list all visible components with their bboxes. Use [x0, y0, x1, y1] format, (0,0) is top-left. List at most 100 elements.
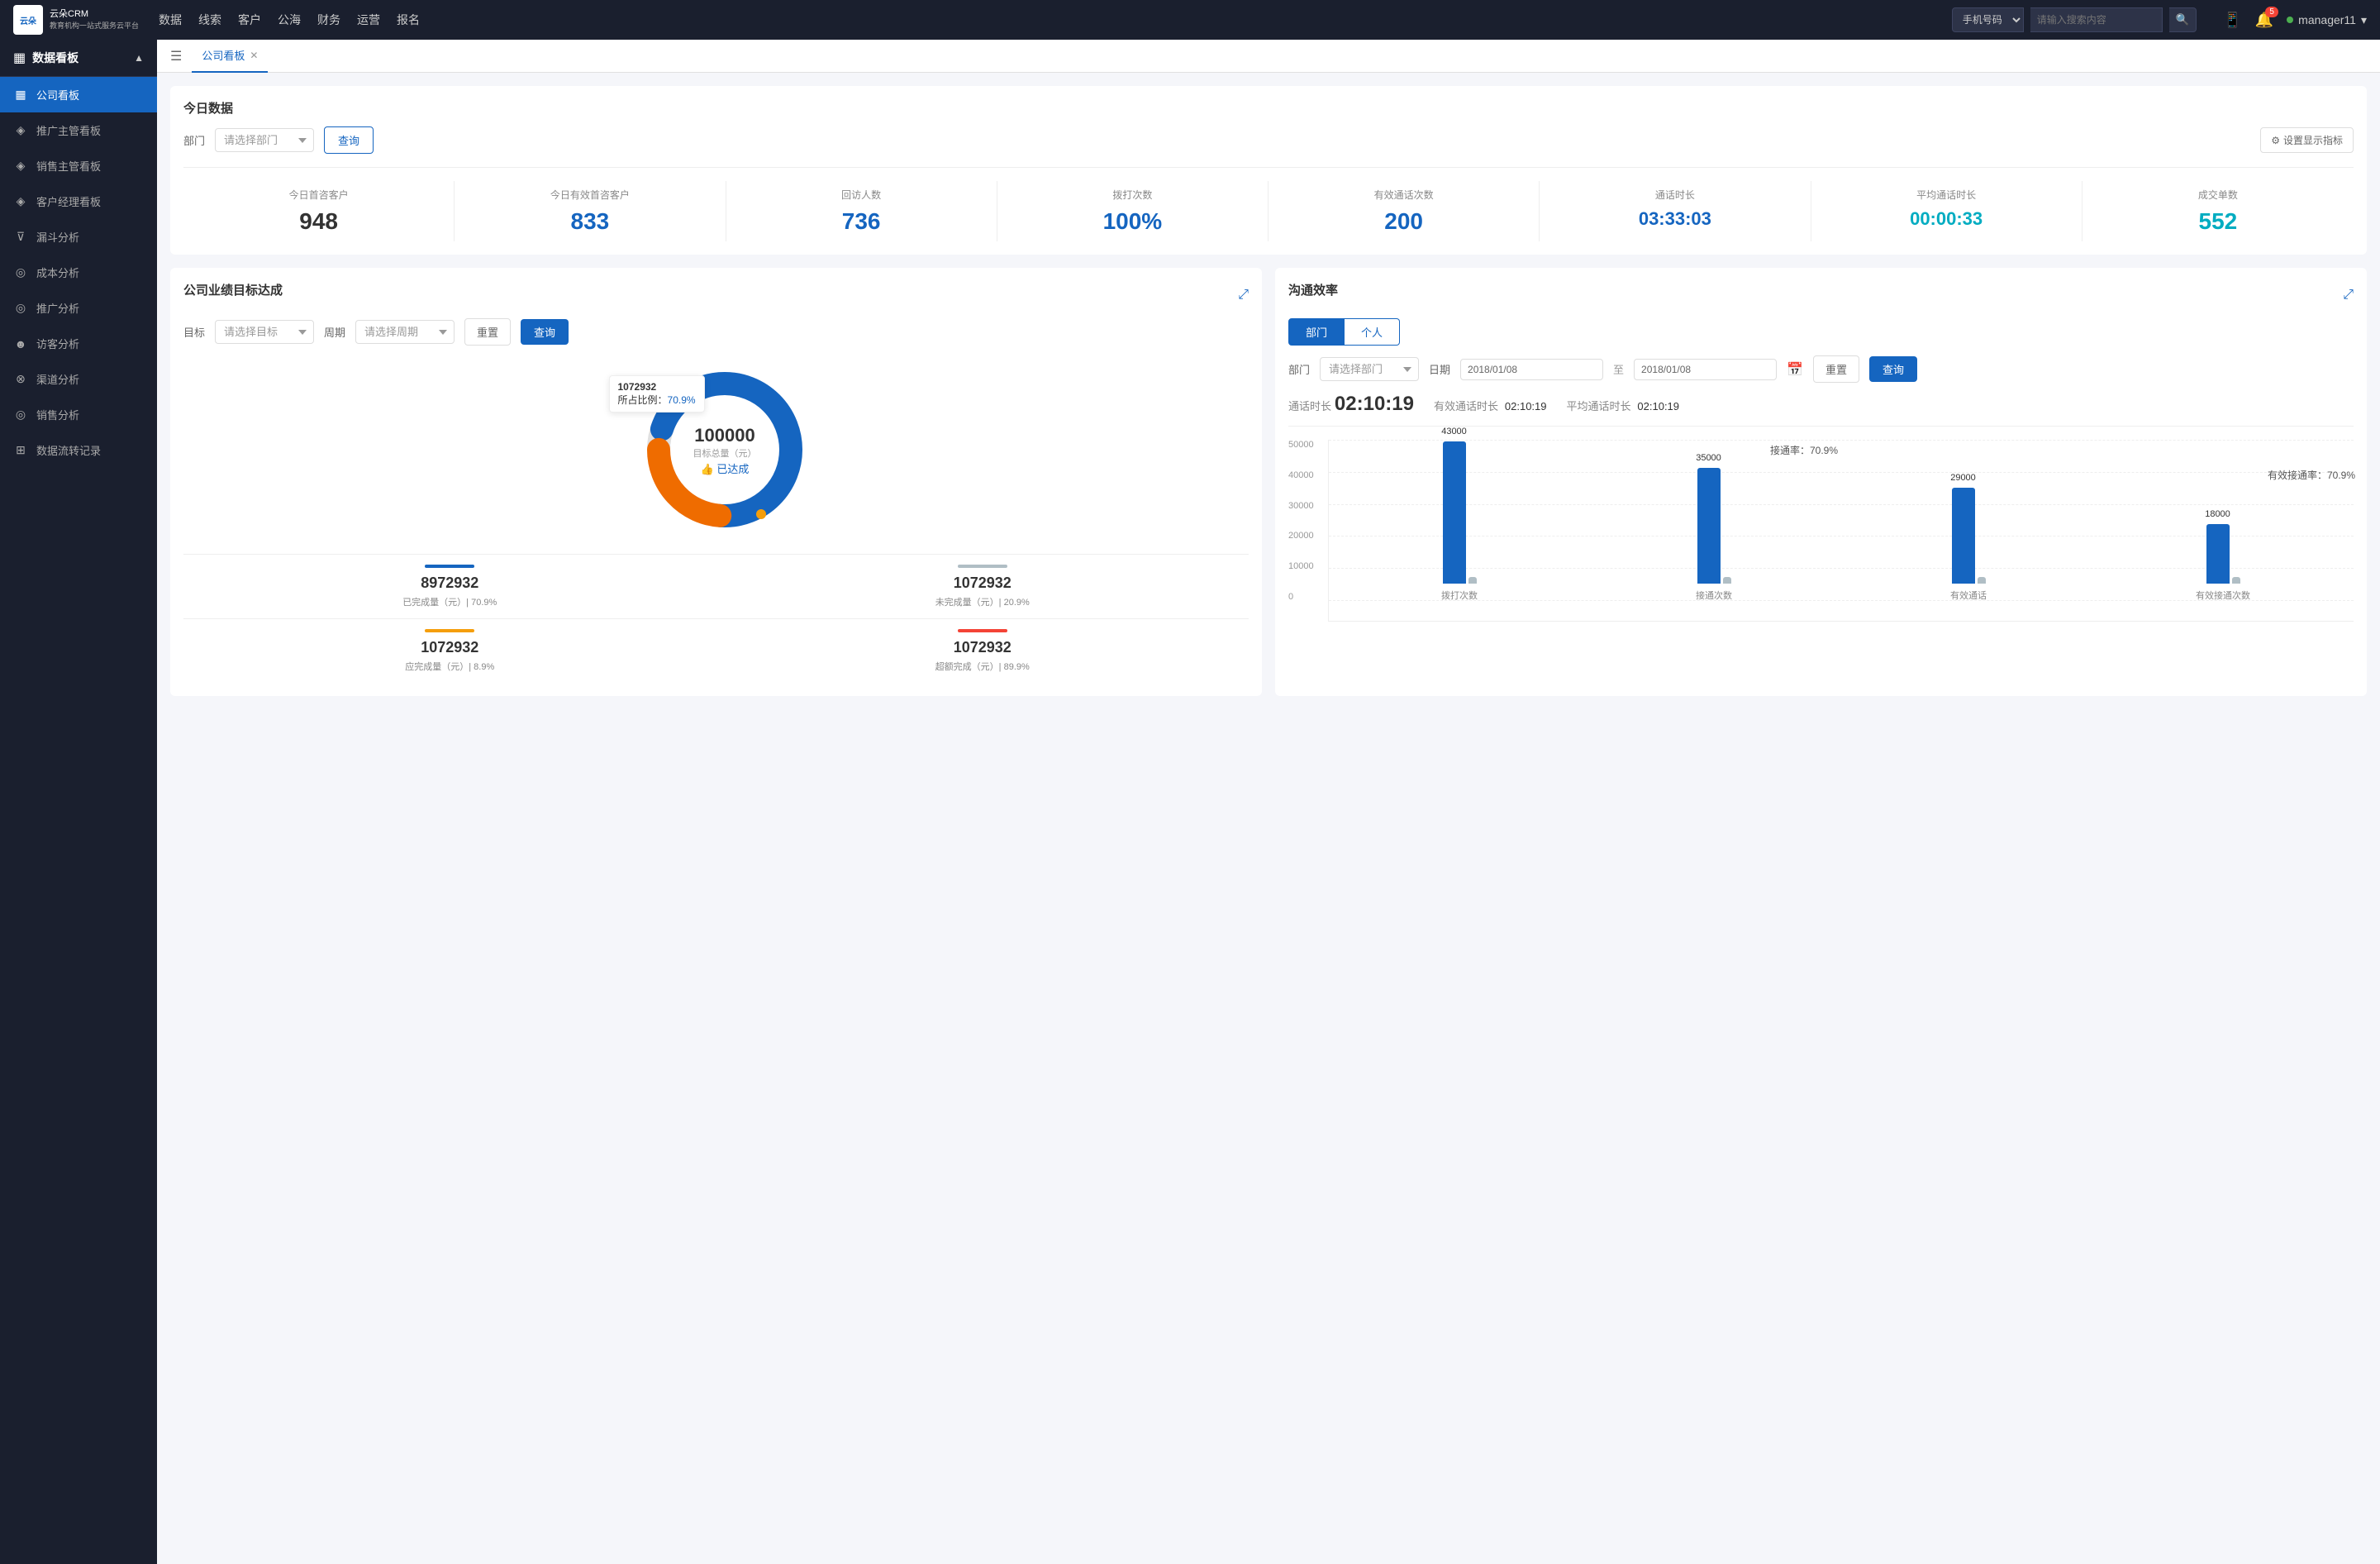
display-settings-button[interactable]: ⚙ 设置显示指标 [2260, 127, 2354, 153]
bar-eff-connect-x-label: 有效接通次数 [2196, 589, 2250, 602]
connect-rate-annotation: 接通率：70.9% [1770, 443, 1838, 457]
sidebar-item-company-board[interactable]: ▦ 公司看板 [0, 77, 157, 112]
tab-company-board[interactable]: 公司看板 ✕ [192, 40, 268, 73]
nav-item-finance[interactable]: 财务 [317, 8, 340, 31]
tab-menu-button[interactable]: ☰ [170, 48, 182, 64]
sidebar-item-account-manager[interactable]: ◈ 客户经理看板 [0, 184, 157, 219]
comm-reset-button[interactable]: 重置 [1813, 355, 1859, 383]
search-button[interactable]: 🔍 [2169, 7, 2197, 32]
sales-analysis-icon: ◎ [13, 408, 28, 422]
logo-icon: 云朵 [13, 5, 43, 35]
bar-effective-main-rect [1952, 488, 1975, 584]
nav-item-data[interactable]: 数据 [159, 8, 182, 31]
sidebar-item-visitor[interactable]: ☻ 访客分析 [0, 326, 157, 361]
user-menu[interactable]: manager11 ▾ [2287, 13, 2367, 27]
settings-icon: ⚙ [2271, 135, 2280, 146]
dept-filter-label: 部门 [183, 132, 205, 148]
device-icon[interactable]: 📱 [2223, 12, 2241, 29]
donut-chart: 1072932 所占比例：70.9% [617, 359, 816, 541]
nav-item-leads[interactable]: 线索 [198, 8, 221, 31]
sidebar: ▦ 数据看板 ▲ ▦ 公司看板 ◈ 推广主管看板 ◈ 销售主管看板 ◈ 客户经理… [0, 40, 157, 1564]
comm-dept-select[interactable]: 请选择部门 [1320, 357, 1419, 381]
cost-icon: ◎ [13, 265, 28, 279]
stat-dial-count: 拨打次数 100% [997, 181, 1269, 241]
comm-call-duration: 通话时长 02:10:19 [1288, 393, 1414, 416]
bar-eff-connect-main: 18000 [2206, 524, 2230, 584]
nav-item-signup[interactable]: 报名 [397, 8, 420, 31]
bar-dial-label: 43000 [1441, 427, 1467, 436]
sidebar-item-sales-analysis[interactable]: ◎ 销售分析 [0, 397, 157, 432]
bar-group-dial: 43000 拨打次数 [1335, 427, 1583, 602]
goal-target-select[interactable]: 请选择目标 [215, 320, 314, 344]
sidebar-item-channel[interactable]: ⊗ 渠道分析 [0, 361, 157, 397]
comm-tab-group: 部门 个人 [1288, 318, 2354, 346]
dept-filter-select[interactable]: 请选择部门 [215, 128, 314, 152]
sidebar-item-funnel[interactable]: ⊽ 漏斗分析 [0, 219, 157, 255]
bar-connect-main-rect [1697, 468, 1721, 584]
search-type-dropdown[interactable]: 手机号码 [1952, 7, 2024, 32]
calendar-icon[interactable]: 📅 [1787, 361, 1803, 378]
comm-query-button[interactable]: 查询 [1869, 356, 1917, 382]
nav-menu: 数据 线索 客户 公海 财务 运营 报名 [159, 8, 1932, 31]
chart-area: 43000 拨打次数 [1328, 440, 2354, 622]
stat-deals: 成交单数 552 [2082, 181, 2354, 241]
comm-card-header: 沟通效率 ⤢ [1288, 281, 2354, 308]
company-board-icon: ▦ [13, 88, 28, 102]
channel-icon: ⊗ [13, 372, 28, 386]
bar-effective-secondary [1978, 577, 1986, 584]
goal-stat-completed: 8972932 已完成量（元）| 70.9% [183, 554, 716, 618]
bar-pair-dial: 43000 [1443, 427, 1477, 584]
logo-text: 云朵CRM教育机构一站式服务云平台 [50, 8, 139, 32]
sidebar-item-promo-manager[interactable]: ◈ 推广主管看板 [0, 112, 157, 148]
bar-chart: 50000 40000 30000 20000 10000 0 [1288, 440, 2354, 622]
sidebar-item-sales-manager[interactable]: ◈ 销售主管看板 [0, 148, 157, 184]
goal-period-label: 周期 [324, 324, 345, 340]
visitor-icon: ☻ [13, 337, 28, 350]
bar-effective-main: 29000 [1952, 488, 1975, 584]
logo: 云朵 云朵CRM教育机构一站式服务云平台 [13, 5, 139, 35]
stat-revisit-count: 回访人数 736 [726, 181, 997, 241]
search-bar: 手机号码 🔍 [1952, 7, 2197, 32]
goal-stats-grid: 8972932 已完成量（元）| 70.9% 1072932 未完成量（元）| … [183, 554, 1249, 683]
donut-tooltip: 1072932 所占比例：70.9% [609, 375, 705, 412]
bar-dial-main-rect [1443, 441, 1466, 584]
goal-target-label: 目标 [183, 324, 205, 340]
sales-manager-icon: ◈ [13, 159, 28, 173]
nav-item-operations[interactable]: 运营 [357, 8, 380, 31]
sidebar-item-data-flow[interactable]: ⊞ 数据流转记录 [0, 432, 157, 468]
sidebar-item-promo-analysis[interactable]: ◎ 推广分析 [0, 290, 157, 326]
comm-tab-dept[interactable]: 部门 [1288, 318, 1345, 346]
bar-pair-connect: 35000 [1697, 427, 1731, 584]
comm-expand-button[interactable]: ⤢ [2343, 288, 2354, 303]
sidebar-toggle[interactable]: ▲ [134, 52, 144, 64]
nav-icons: 📱 🔔 5 manager11 ▾ [2223, 12, 2367, 29]
comm-stats-row: 通话时长 02:10:19 有效通话时长 02:10:19 平均通话时长 02:… [1288, 393, 2354, 427]
sidebar-item-cost[interactable]: ◎ 成本分析 [0, 255, 157, 290]
comm-tab-personal[interactable]: 个人 [1345, 318, 1400, 346]
bar-connect-secondary [1723, 577, 1731, 584]
bar-eff-connect-secondary [2232, 577, 2240, 584]
goal-card-header: 公司业绩目标达成 ⤢ [183, 281, 1249, 308]
sidebar-header: ▦ 数据看板 ▲ [0, 40, 157, 77]
notification-icon[interactable]: 🔔 5 [2255, 12, 2273, 29]
goal-query-button[interactable]: 查询 [521, 319, 569, 345]
today-query-button[interactable]: 查询 [324, 126, 374, 154]
goal-expand-button[interactable]: ⤢ [1238, 288, 1249, 303]
top-nav: 云朵 云朵CRM教育机构一站式服务云平台 数据 线索 客户 公海 财务 运营 报… [0, 0, 2380, 40]
username: manager11 [2298, 13, 2356, 26]
goal-reset-button[interactable]: 重置 [464, 318, 511, 346]
goal-stat-uncompleted: 1072932 未完成量（元）| 20.9% [716, 554, 1250, 618]
online-status [2287, 17, 2293, 23]
dropdown-arrow: ▾ [2361, 13, 2367, 27]
date-to-separator: 至 [1613, 361, 1624, 377]
nav-item-customers[interactable]: 客户 [238, 8, 261, 31]
notification-badge: 5 [2265, 7, 2278, 17]
search-input[interactable] [2030, 7, 2163, 32]
comm-date-to[interactable] [1634, 359, 1777, 380]
goal-filter-row: 目标 请选择目标 周期 请选择周期 重置 查询 [183, 318, 1249, 346]
goal-period-select[interactable]: 请选择周期 [355, 320, 455, 344]
comm-date-from[interactable] [1460, 359, 1603, 380]
tab-close-button[interactable]: ✕ [250, 50, 258, 61]
bar-connect-main: 35000 [1697, 468, 1721, 584]
nav-item-public[interactable]: 公海 [278, 8, 301, 31]
